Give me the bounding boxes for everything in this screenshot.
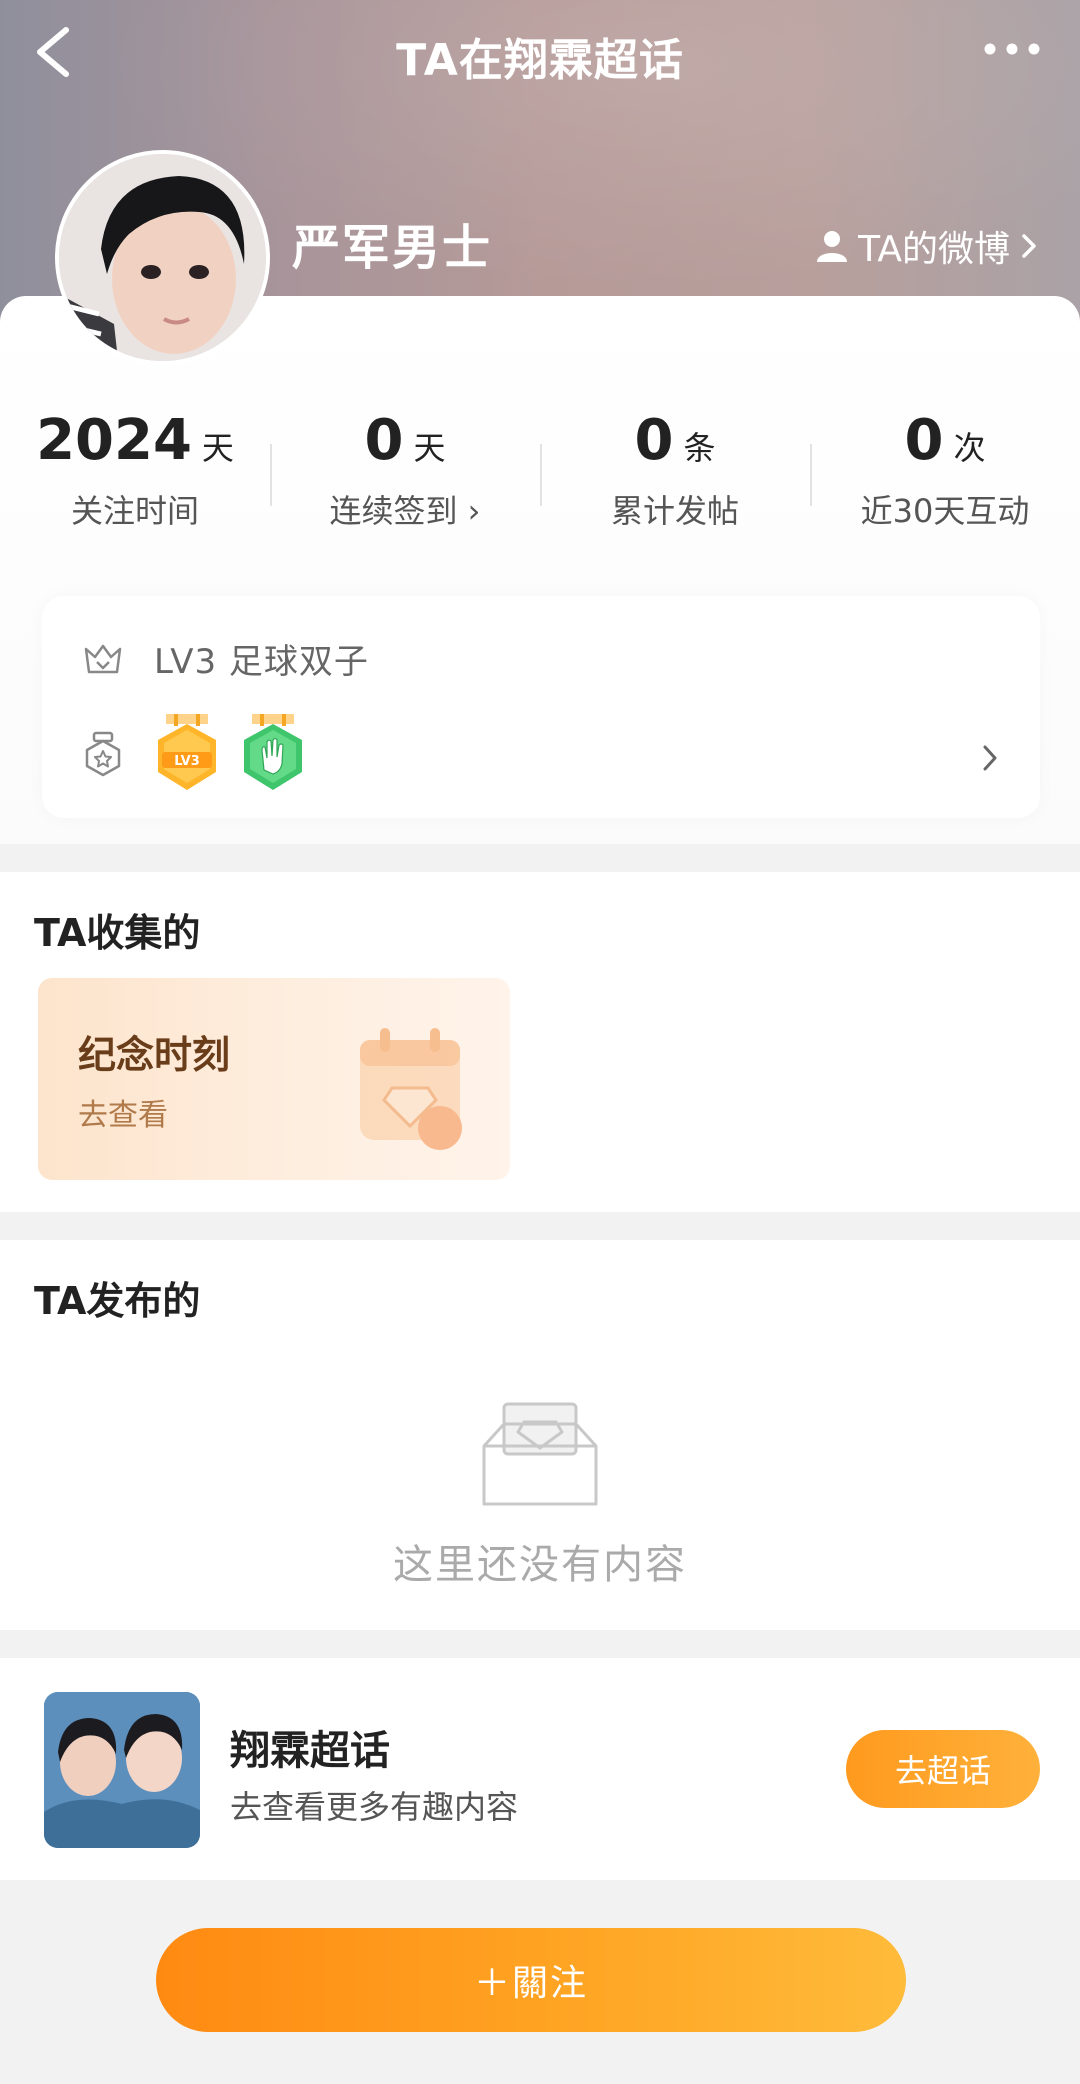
stat-label: 连续签到 › (329, 492, 481, 530)
stat-value: 0 (634, 408, 674, 473)
stat-label: 近30天互动 (860, 492, 1030, 530)
empty-state-text: 这里还没有内容 (393, 1542, 687, 1588)
card-link-view[interactable]: 去查看 (78, 1090, 168, 1134)
weibo-profile-link[interactable]: TA的微博 (814, 220, 1040, 272)
top-navigation-bar: TA在翔霖超话 (0, 0, 1080, 110)
stat-total-posts: 0 条 累计发帖 (540, 408, 810, 548)
stat-interactions: 0 次 近30天互动 (810, 408, 1080, 548)
badge-list: LV3 (154, 714, 306, 794)
svg-text:LV3: LV3 (174, 754, 200, 769)
user-icon (817, 231, 848, 262)
stat-value: 0 (904, 408, 944, 473)
chevron-right-icon (1022, 234, 1036, 258)
chevron-right-icon[interactable] (980, 742, 1000, 778)
stat-unit: 条 (683, 429, 716, 467)
medal-icon (85, 731, 121, 777)
follow-button[interactable]: ＋關注 (156, 1928, 906, 2032)
level-badge-icon[interactable]: LV3 (154, 714, 220, 794)
posted-section: TA发布的 这里还没有内容 (0, 1240, 1080, 1630)
level-row: LV3 足球双子 (82, 634, 369, 683)
memorial-moments-card[interactable]: 纪念时刻 去查看 (38, 978, 510, 1180)
wave-hand-badge-icon[interactable] (240, 714, 306, 794)
crown-icon (84, 644, 122, 673)
topic-description: 去查看更多有趣内容 (230, 1788, 519, 1826)
stat-value: 2024 (36, 408, 192, 473)
stat-unit: 天 (201, 429, 234, 467)
avatar[interactable] (55, 150, 270, 365)
more-dots-icon[interactable] (982, 34, 1042, 64)
level-text: LV3 足球双子 (154, 642, 369, 682)
profile-card: 2024 天 关注时间 0 天 连续签到 › 0 条 累计发帖 0 次 近30天… (0, 296, 1080, 844)
page-title: TA在翔霖超话 (396, 35, 684, 86)
topic-name[interactable]: 翔霖超话 (230, 1718, 390, 1776)
section-title-collected: TA收集的 (34, 911, 201, 955)
collected-section: TA收集的 纪念时刻 去查看 (0, 872, 1080, 1212)
card-title: 纪念时刻 (78, 1033, 231, 1077)
weibo-link-label: TA的微博 (858, 229, 1010, 270)
topic-cover-image[interactable] (44, 1692, 200, 1848)
empty-box-icon (482, 1402, 598, 1506)
stat-label: 关注时间 (70, 492, 199, 530)
stat-checkin-streak[interactable]: 0 天 连续签到 › (270, 408, 540, 548)
goto-topic-button[interactable]: 去超话 (846, 1730, 1040, 1808)
badges-row: LV3 (82, 714, 306, 794)
stat-value: 0 (364, 408, 404, 473)
calendar-gem-icon (360, 1028, 462, 1150)
topic-section: 翔霖超话 去查看更多有趣内容 去超话 (0, 1658, 1080, 1880)
stat-unit: 天 (413, 429, 446, 467)
username[interactable]: 严军男士 (292, 208, 492, 278)
stats-row: 2024 天 关注时间 0 天 连续签到 › 0 条 累计发帖 0 次 近30天… (0, 408, 1080, 548)
section-title-posted: TA发布的 (34, 1279, 201, 1323)
stat-follow-time: 2024 天 关注时间 (0, 408, 270, 548)
level-badges-panel[interactable]: LV3 足球双子 LV3 (42, 596, 1040, 818)
stat-unit: 次 (953, 429, 986, 467)
stat-label: 累计发帖 (610, 492, 739, 530)
